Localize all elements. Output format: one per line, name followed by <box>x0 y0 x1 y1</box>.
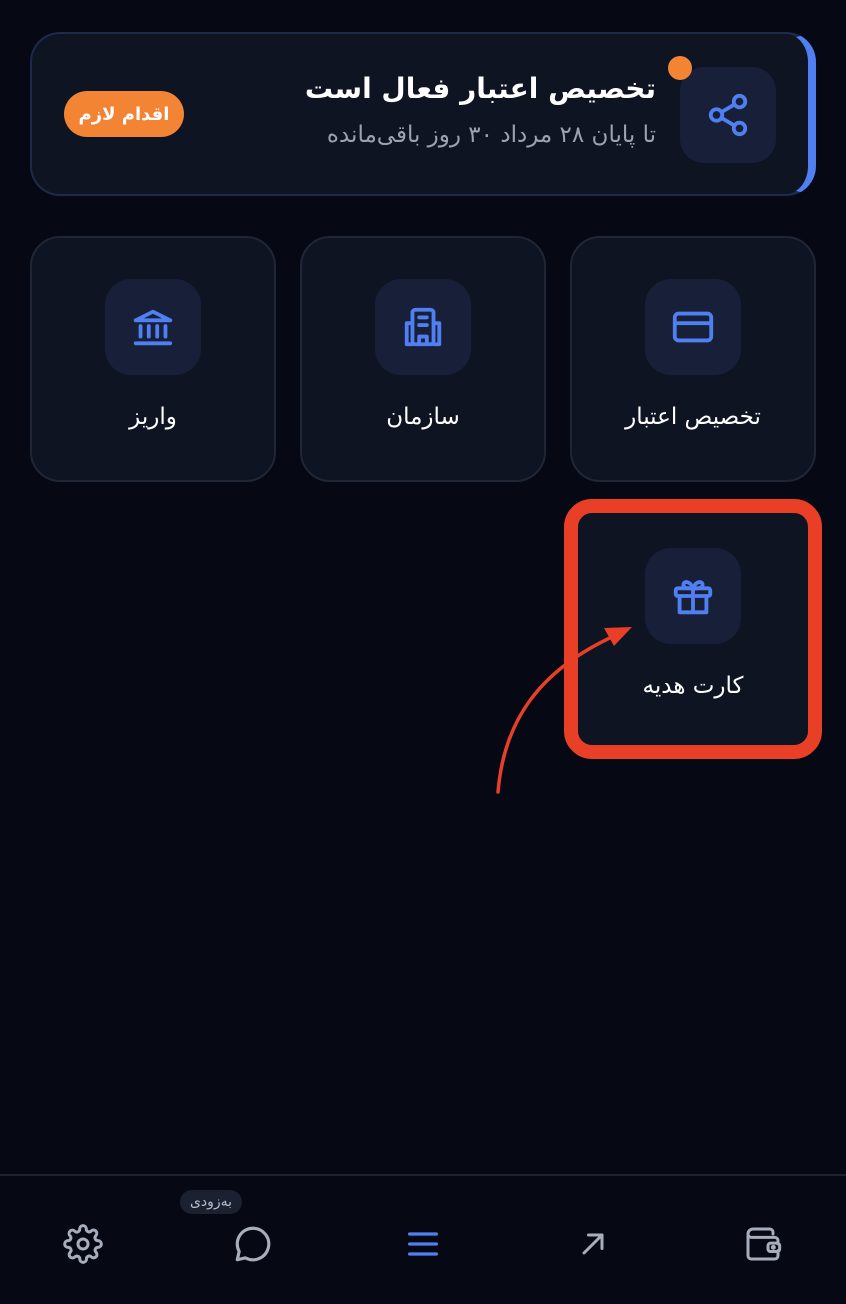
building-icon <box>404 307 442 347</box>
action-required-badge[interactable]: اقدام لازم <box>64 91 184 137</box>
tile-deposit[interactable]: واریز <box>30 236 276 482</box>
tile-organization[interactable]: سازمان <box>300 236 546 482</box>
banner-title: تخصیص اعتبار فعال است <box>304 72 656 105</box>
credit-allocation-banner[interactable]: تخصیص اعتبار فعال است تا پایان ۲۸ مرداد … <box>30 32 816 196</box>
nav-settings[interactable] <box>59 1220 107 1268</box>
tile-credit-allocation[interactable]: تخصیص اعتبار <box>570 236 816 482</box>
share-icon <box>708 93 748 137</box>
tile-label: سازمان <box>386 404 460 430</box>
gear-icon <box>63 1224 103 1264</box>
wallet-icon <box>746 1227 782 1261</box>
menu-icon <box>408 1232 438 1256</box>
chat-bubble-icon <box>235 1226 271 1262</box>
tile-icon-box <box>645 279 741 375</box>
nav-menu[interactable] <box>399 1220 447 1268</box>
tile-label: واریز <box>129 404 177 430</box>
tile-icon-box <box>645 548 741 644</box>
tile-label: کارت هدیه <box>642 673 744 699</box>
nav-chat[interactable] <box>229 1220 277 1268</box>
bank-icon <box>133 309 173 346</box>
app-screen: تخصیص اعتبار فعال است تا پایان ۲۸ مرداد … <box>0 0 846 1304</box>
bottom-nav: به‌زودی <box>0 1174 846 1304</box>
arrow-up-right-icon <box>582 1233 604 1255</box>
tile-label: تخصیص اعتبار <box>625 404 761 430</box>
nav-send[interactable] <box>569 1220 617 1268</box>
banner-icon-box <box>680 67 776 163</box>
nav-wallet[interactable] <box>739 1220 787 1268</box>
coming-soon-badge: به‌زودی <box>180 1190 242 1214</box>
gift-icon <box>673 580 713 615</box>
credit-card-icon <box>672 311 714 343</box>
tile-icon-box <box>105 279 201 375</box>
notification-dot <box>668 56 692 80</box>
banner-subtitle: تا پایان ۲۸ مرداد ۳۰ روز باقی‌مانده <box>326 122 656 148</box>
tile-icon-box <box>375 279 471 375</box>
tile-gift-card[interactable]: کارت هدیه <box>570 505 816 751</box>
